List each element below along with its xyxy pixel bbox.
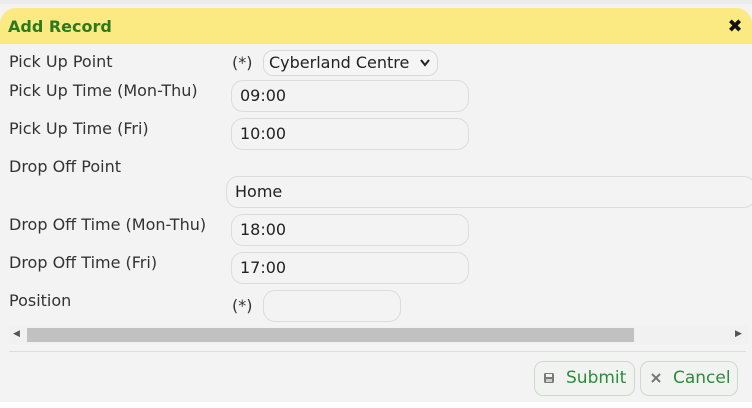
dialog-titlebar: Add Record ✖ xyxy=(0,8,752,44)
close-icon[interactable]: ✖ xyxy=(725,17,745,37)
dialog-title: Add Record xyxy=(8,17,112,36)
position-required-marker: (*) xyxy=(232,296,253,315)
position-input[interactable] xyxy=(263,290,401,322)
dropoff-point-input[interactable]: Home xyxy=(226,176,752,208)
chevron-down-icon xyxy=(419,51,431,83)
scroll-left-icon[interactable]: ◀ xyxy=(13,329,20,339)
scrollbar-thumb[interactable] xyxy=(27,328,634,342)
save-icon xyxy=(543,362,555,408)
submit-button[interactable]: Submit xyxy=(534,361,635,396)
divider xyxy=(9,351,746,352)
dropoff-time-mon-thu-input[interactable]: 18:00 xyxy=(231,214,469,246)
add-record-dialog: Add Record ✖ Pick Up Point (*) Cyberland… xyxy=(0,0,752,402)
dropoff-time-fri-label: Drop Off Time (Fri) xyxy=(9,253,158,272)
cancel-button-label: Cancel xyxy=(673,368,731,388)
pickup-point-label: Pick Up Point xyxy=(9,52,113,71)
dropoff-point-label: Drop Off Point xyxy=(9,157,122,176)
pickup-point-selected-value: Cyberland Centre xyxy=(269,53,410,72)
scroll-right-icon[interactable]: ▶ xyxy=(735,329,742,339)
dropoff-time-mon-thu-label: Drop Off Time (Mon-Thu) xyxy=(9,215,207,234)
horizontal-scrollbar[interactable]: ◀ ▶ xyxy=(9,326,748,344)
pickup-time-mon-thu-label: Pick Up Time (Mon-Thu) xyxy=(9,81,198,100)
dropoff-time-fri-input[interactable]: 17:00 xyxy=(231,252,469,284)
cancel-button[interactable]: Cancel xyxy=(640,361,738,396)
pickup-point-select[interactable]: Cyberland Centre xyxy=(263,50,438,76)
pickup-time-fri-input[interactable]: 10:00 xyxy=(231,118,469,150)
position-label: Position xyxy=(9,291,72,310)
x-icon xyxy=(650,362,662,408)
pickup-time-mon-thu-input[interactable]: 09:00 xyxy=(231,80,469,112)
pickup-time-fri-label: Pick Up Time (Fri) xyxy=(9,119,149,138)
pickup-point-required-marker: (*) xyxy=(232,53,253,72)
submit-button-label: Submit xyxy=(566,368,627,388)
